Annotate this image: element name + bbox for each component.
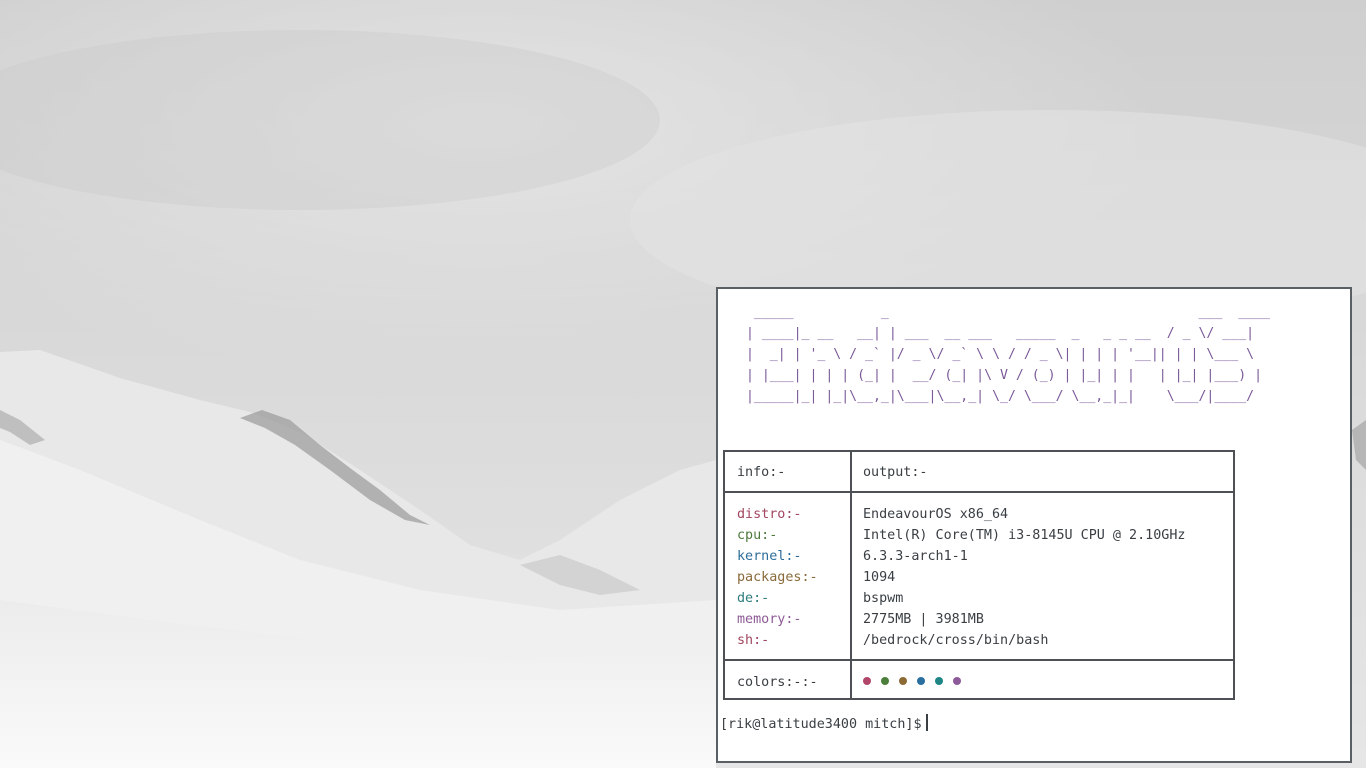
color-dot-2 [881,677,889,685]
table-footer-divider [725,659,1233,661]
text-cursor [925,714,928,731]
row-label-sh: sh:- [737,633,770,648]
table-column-divider [850,452,852,698]
row-value-cpu: Intel(R) Core(TM) i3-8145U CPU @ 2.10GHz [863,528,1186,543]
row-label-de: de:- [737,591,770,606]
row-label-memory: memory:- [737,612,802,627]
row-value-kernel: 6.3.3-arch1-1 [863,549,968,564]
color-dot-5 [935,677,943,685]
row-value-distro: EndeavourOS x86_64 [863,507,1009,522]
header-info-label: info:- [737,465,786,480]
terminal-window[interactable]: _____ _ ___ ____ | ____|_ __ __| | ___ _… [716,287,1352,763]
row-value-packages: 1094 [863,570,896,585]
color-dot-3 [899,677,907,685]
colors-label: colors:-:- [737,675,818,690]
table-header-divider [725,491,1233,493]
prompt-text: [rik@latitude3400 mitch]$ [720,717,922,732]
system-info-table: info:- output:- distro:- EndeavourOS x86… [723,450,1235,700]
color-palette [863,672,971,693]
row-label-cpu: cpu:- [737,528,778,543]
row-value-memory: 2775MB | 3981MB [863,612,984,627]
shell-prompt[interactable]: [rik@latitude3400 mitch]$ [720,714,928,735]
row-label-kernel: kernel:- [737,549,802,564]
color-dot-1 [863,677,871,685]
row-value-sh: /bedrock/cross/bin/bash [863,633,1049,648]
header-output-label: output:- [863,465,928,480]
row-label-packages: packages:- [737,570,818,585]
row-label-distro: distro:- [737,507,802,522]
color-dot-6 [953,677,961,685]
color-dot-4 [917,677,925,685]
ascii-logo-endeavouros: _____ _ ___ ____ | ____|_ __ __| | ___ _… [745,305,1270,404]
row-value-de: bspwm [863,591,904,606]
